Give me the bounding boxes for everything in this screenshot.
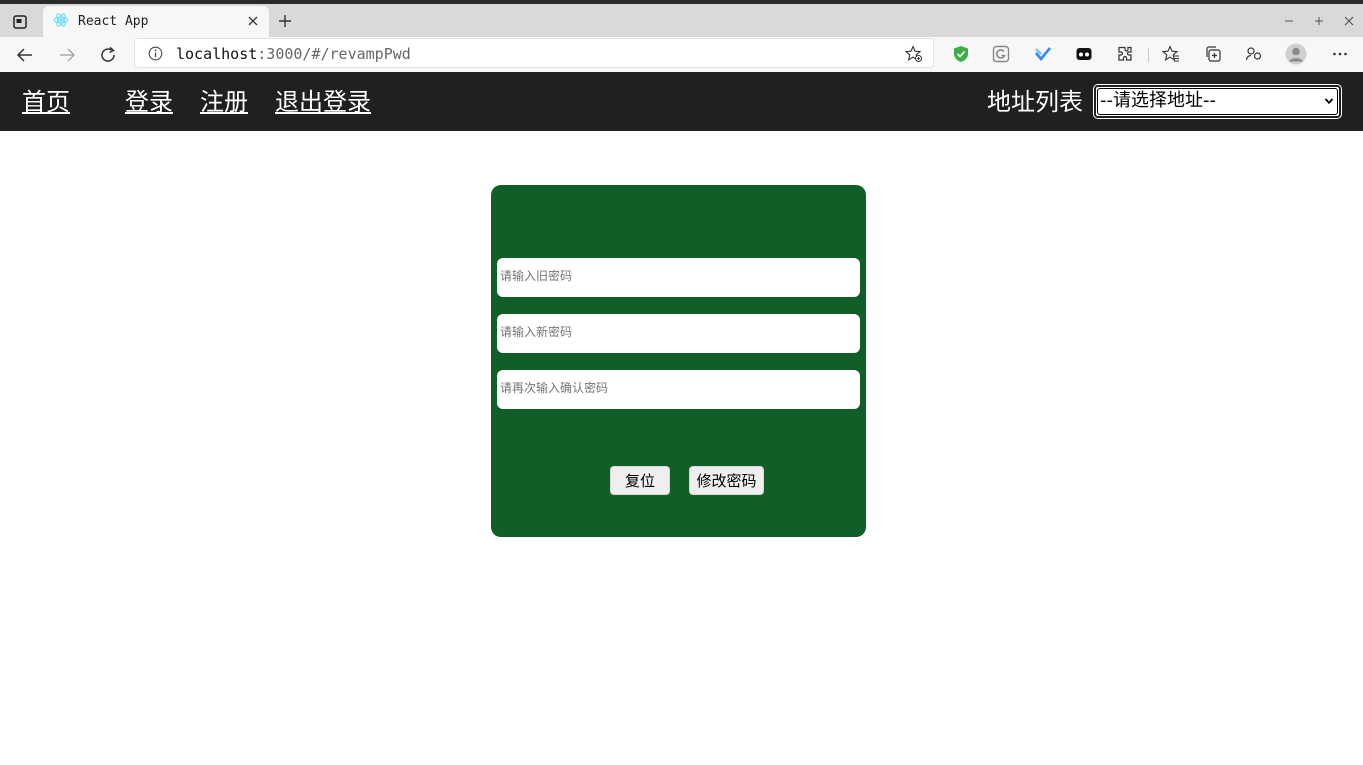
new-tab-icon[interactable] — [276, 12, 294, 30]
site-info-icon[interactable] — [147, 45, 163, 61]
address-list-label: 地址列表 — [987, 88, 1083, 116]
browser-tab-active[interactable]: React App — [43, 6, 269, 37]
address-select-value: --请选择地址-- — [1100, 90, 1216, 111]
url-host: localhost — [176, 45, 258, 63]
nav-login-link[interactable]: 登录 — [125, 87, 173, 117]
reset-button[interactable]: 复位 — [610, 466, 670, 495]
confirm-password-placeholder: 请再次输入确认密码 — [500, 381, 609, 395]
url-path: :3000/#/revampPwd — [257, 45, 411, 63]
old-password-placeholder: 请输入旧密码 — [500, 269, 573, 283]
nav-logout-link[interactable]: 退出登录 — [275, 87, 371, 117]
tab-actions-icon[interactable] — [7, 11, 33, 33]
more-options-icon[interactable] — [1329, 43, 1351, 65]
close-tab-icon[interactable] — [245, 13, 261, 29]
toolbar-divider — [1148, 48, 1149, 62]
favorites-icon[interactable] — [1160, 43, 1182, 65]
close-window-icon[interactable] — [1341, 13, 1357, 29]
profile-switch-icon[interactable] — [1243, 43, 1265, 65]
mask-extension-icon[interactable] — [1073, 43, 1095, 65]
new-password-input[interactable]: 请输入新密码 — [497, 314, 860, 353]
browser-toolbar: localhost:3000/#/revampPwd — [0, 37, 1363, 72]
address-bar[interactable]: localhost:3000/#/revampPwd — [134, 38, 934, 68]
minimize-icon[interactable] — [1281, 13, 1297, 29]
change-password-card: 请输入旧密码 请输入新密码 请再次输入确认密码 复位 修改密码 — [491, 185, 866, 537]
shield-extension-icon[interactable] — [950, 43, 972, 65]
forward-icon[interactable] — [55, 43, 79, 67]
address-select[interactable]: --请选择地址-- — [1093, 84, 1342, 119]
avatar[interactable] — [1285, 43, 1307, 65]
change-password-button[interactable]: 修改密码 — [689, 466, 764, 495]
tab-title: React App — [78, 14, 149, 29]
tick-extension-icon[interactable] — [1032, 43, 1054, 65]
old-password-input[interactable]: 请输入旧密码 — [497, 258, 860, 297]
new-password-placeholder: 请输入新密码 — [500, 325, 573, 339]
grammar-extension-icon[interactable] — [990, 43, 1012, 65]
url-text: localhost:3000/#/revampPwd — [176, 45, 411, 63]
add-favorite-icon[interactable] — [905, 45, 923, 63]
nav-home-link[interactable]: 首页 — [22, 87, 70, 117]
app-nav-bar: 首页 登录 注册 退出登录 地址列表 --请选择地址-- — [0, 72, 1363, 131]
extensions-icon[interactable] — [1114, 43, 1136, 65]
reload-icon[interactable] — [96, 43, 120, 67]
back-icon[interactable] — [13, 43, 37, 67]
nav-register-link[interactable]: 注册 — [200, 87, 248, 117]
maximize-icon[interactable] — [1311, 13, 1327, 29]
browser-tab-strip: React App — [0, 0, 1363, 37]
react-logo-icon — [53, 12, 69, 32]
chevron-down-icon — [1323, 95, 1335, 107]
confirm-password-input[interactable]: 请再次输入确认密码 — [497, 370, 860, 409]
collections-icon[interactable] — [1202, 43, 1224, 65]
